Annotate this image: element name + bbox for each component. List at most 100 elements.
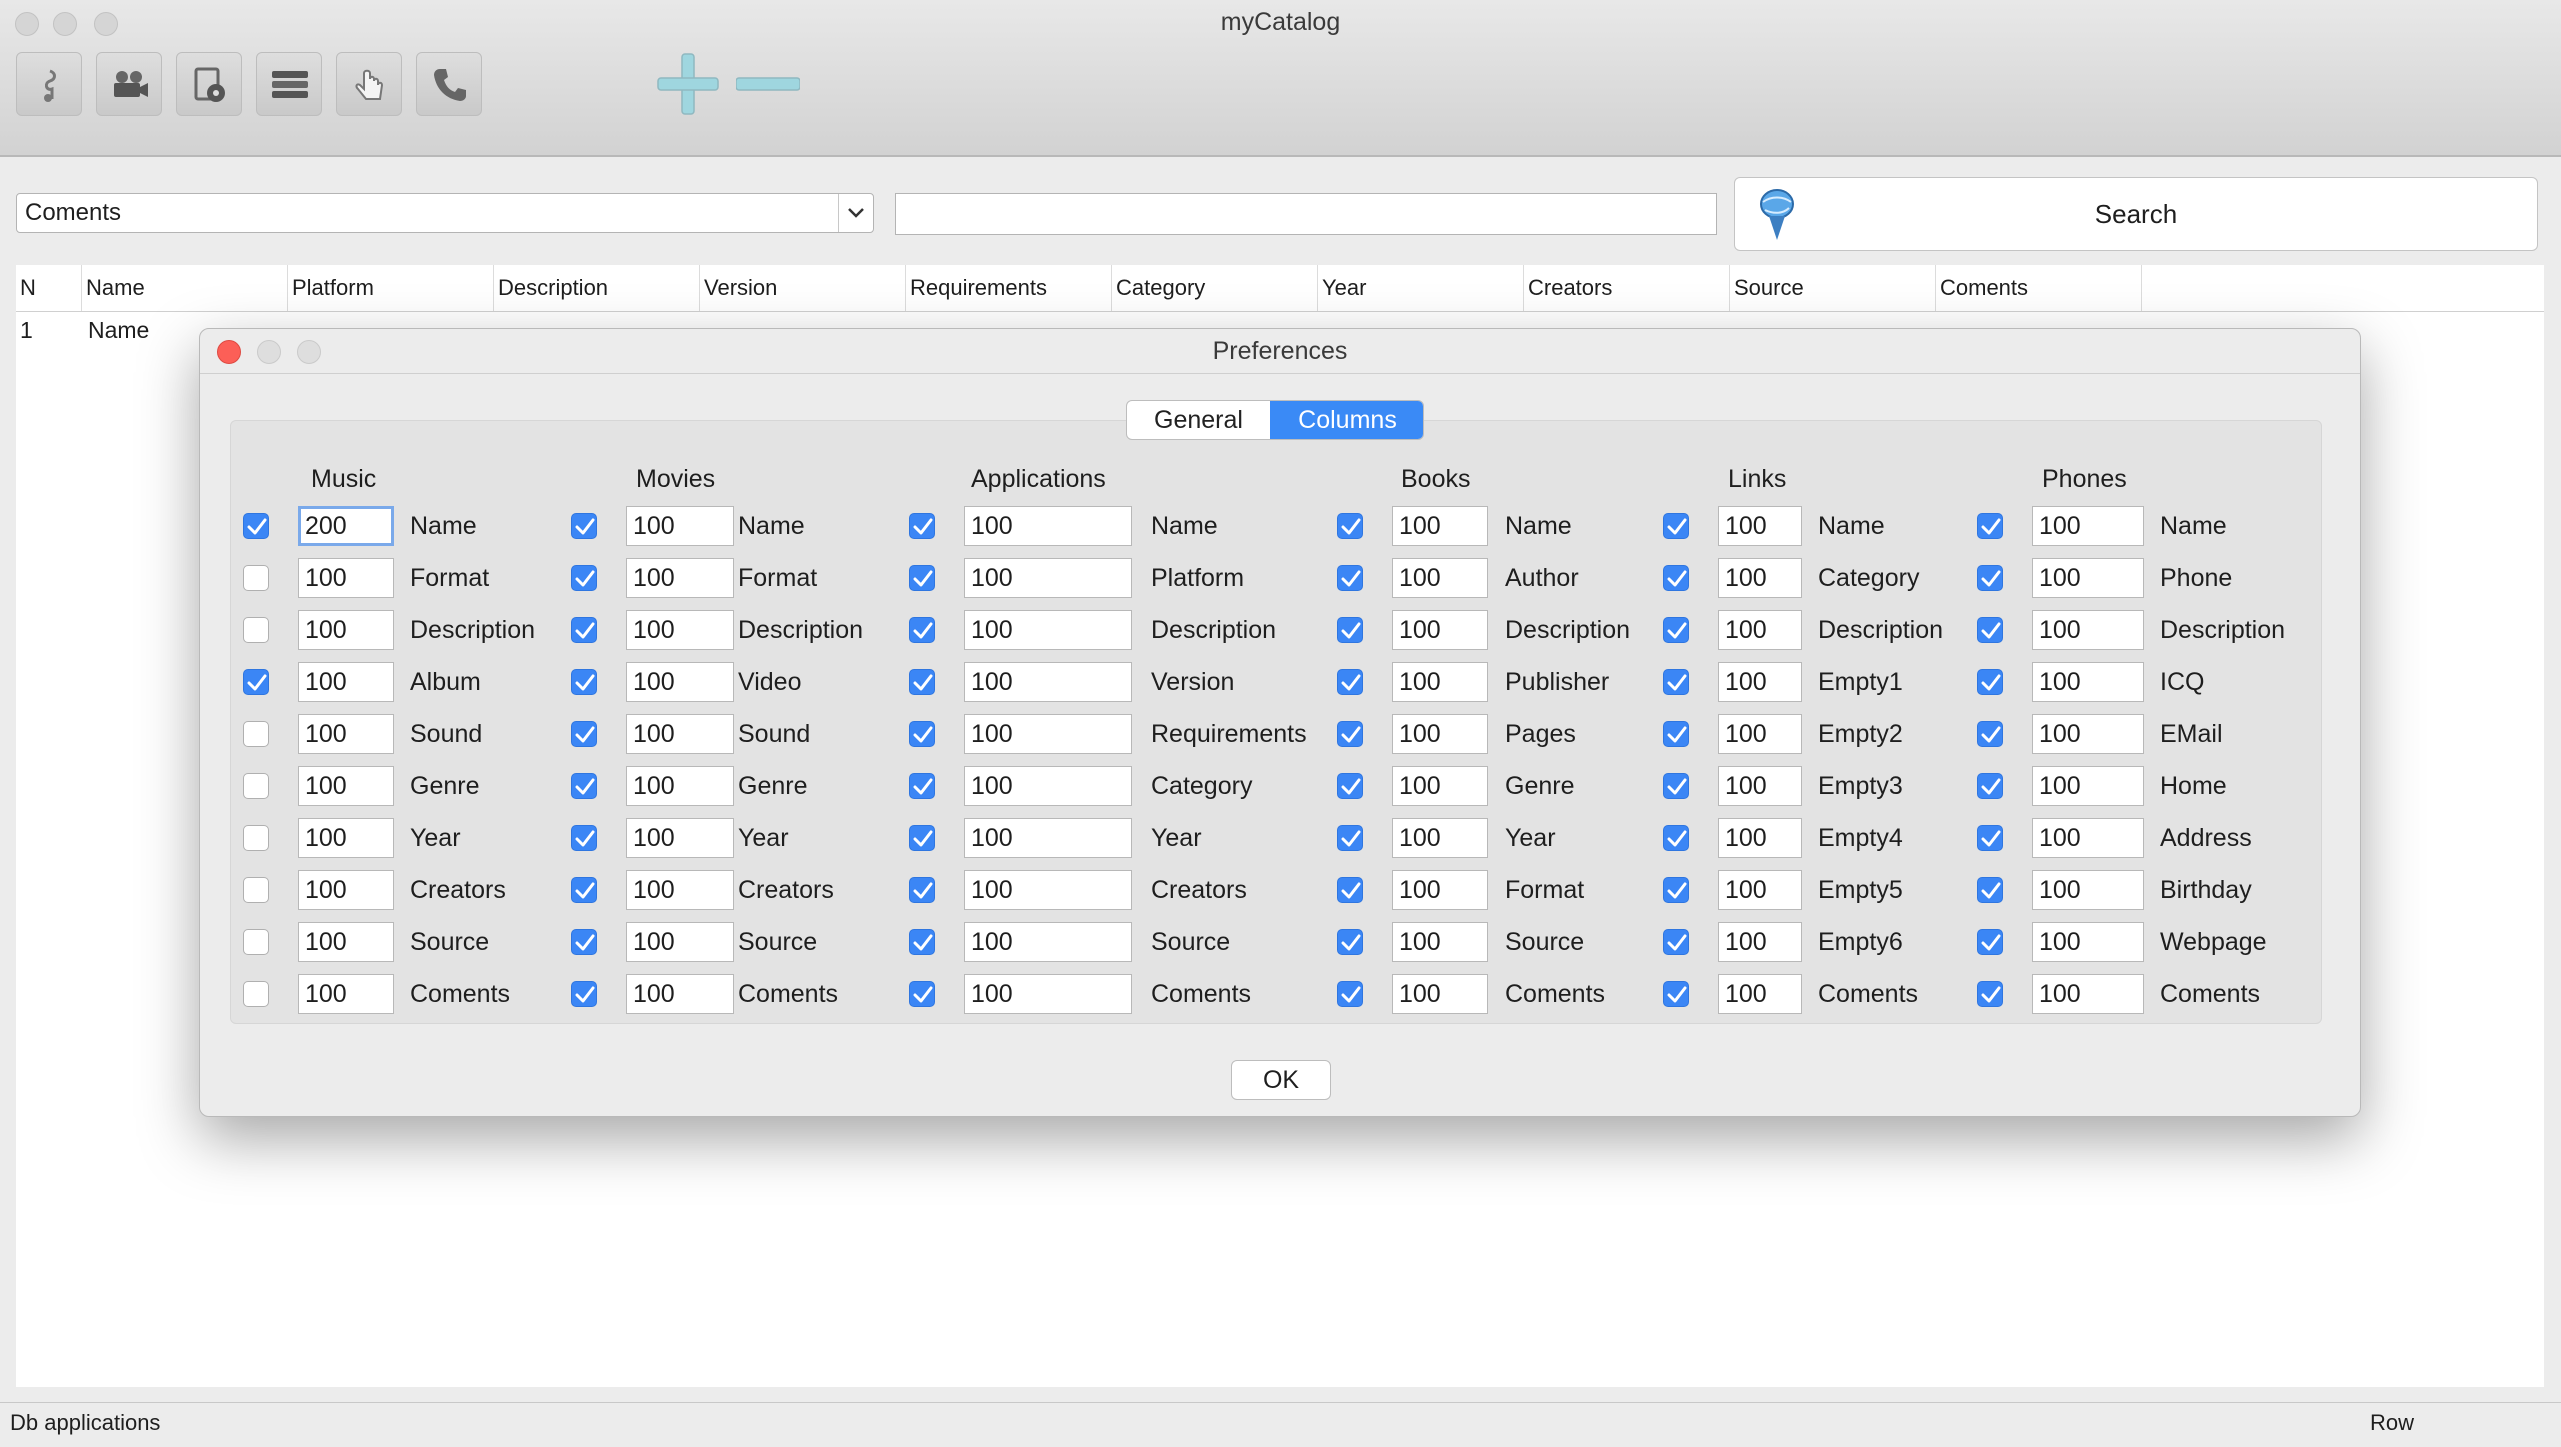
phones-checkbox[interactable] xyxy=(1977,513,2003,539)
music-checkbox[interactable] xyxy=(243,565,269,591)
music-checkbox[interactable] xyxy=(243,669,269,695)
movies-width-input[interactable]: 100 xyxy=(626,610,734,650)
phones-width-input[interactable]: 100 xyxy=(2032,506,2144,546)
movies-width-input[interactable]: 100 xyxy=(626,506,734,546)
phones-width-input[interactable]: 100 xyxy=(2032,662,2144,702)
music-checkbox[interactable] xyxy=(243,929,269,955)
phones-checkbox[interactable] xyxy=(1977,565,2003,591)
links-checkbox[interactable] xyxy=(1663,669,1689,695)
music-checkbox[interactable] xyxy=(243,877,269,903)
toolbar-phones-button[interactable] xyxy=(416,52,482,116)
applications-checkbox[interactable] xyxy=(909,825,935,851)
movies-width-input[interactable]: 100 xyxy=(626,766,734,806)
books-checkbox[interactable] xyxy=(1337,617,1363,643)
books-checkbox[interactable] xyxy=(1337,981,1363,1007)
books-width-input[interactable]: 100 xyxy=(1392,662,1488,702)
movies-width-input[interactable]: 100 xyxy=(626,558,734,598)
applications-width-input[interactable]: 100 xyxy=(964,506,1132,546)
add-record-button[interactable] xyxy=(656,52,720,116)
links-width-input[interactable]: 100 xyxy=(1718,766,1802,806)
applications-checkbox[interactable] xyxy=(909,981,935,1007)
movies-checkbox[interactable] xyxy=(571,565,597,591)
music-width-input[interactable]: 100 xyxy=(298,922,394,962)
music-width-input[interactable]: 100 xyxy=(298,974,394,1014)
books-width-input[interactable]: 100 xyxy=(1392,506,1488,546)
music-checkbox[interactable] xyxy=(243,513,269,539)
phones-width-input[interactable]: 100 xyxy=(2032,610,2144,650)
movies-checkbox[interactable] xyxy=(571,825,597,851)
movies-checkbox[interactable] xyxy=(571,669,597,695)
movies-checkbox[interactable] xyxy=(571,513,597,539)
search-field-select[interactable]: Coments xyxy=(16,193,874,233)
music-width-input[interactable]: 100 xyxy=(298,714,394,754)
music-width-input[interactable]: 100 xyxy=(298,766,394,806)
phones-width-input[interactable]: 100 xyxy=(2032,922,2144,962)
phones-checkbox[interactable] xyxy=(1977,929,2003,955)
applications-width-input[interactable]: 100 xyxy=(964,662,1132,702)
phones-checkbox[interactable] xyxy=(1977,877,2003,903)
books-width-input[interactable]: 100 xyxy=(1392,870,1488,910)
remove-record-button[interactable] xyxy=(735,52,801,116)
movies-checkbox[interactable] xyxy=(571,721,597,747)
column-header[interactable]: Year xyxy=(1318,265,1524,311)
music-width-input[interactable]: 100 xyxy=(298,870,394,910)
movies-width-input[interactable]: 100 xyxy=(626,818,734,858)
column-header[interactable]: Version xyxy=(700,265,906,311)
music-checkbox[interactable] xyxy=(243,721,269,747)
music-checkbox[interactable] xyxy=(243,825,269,851)
links-width-input[interactable]: 100 xyxy=(1718,974,1802,1014)
tab-columns[interactable]: Columns xyxy=(1270,401,1423,439)
links-checkbox[interactable] xyxy=(1663,513,1689,539)
column-header[interactable]: Creators xyxy=(1524,265,1730,311)
books-width-input[interactable]: 100 xyxy=(1392,558,1488,598)
phones-width-input[interactable]: 100 xyxy=(2032,870,2144,910)
applications-checkbox[interactable] xyxy=(909,669,935,695)
phones-checkbox[interactable] xyxy=(1977,617,2003,643)
applications-width-input[interactable]: 100 xyxy=(964,558,1132,598)
links-width-input[interactable]: 100 xyxy=(1718,610,1802,650)
links-width-input[interactable]: 100 xyxy=(1718,506,1802,546)
links-checkbox[interactable] xyxy=(1663,565,1689,591)
phones-width-input[interactable]: 100 xyxy=(2032,766,2144,806)
links-width-input[interactable]: 100 xyxy=(1718,870,1802,910)
applications-width-input[interactable]: 100 xyxy=(964,766,1132,806)
links-width-input[interactable]: 100 xyxy=(1718,818,1802,858)
applications-checkbox[interactable] xyxy=(909,773,935,799)
movies-checkbox[interactable] xyxy=(571,981,597,1007)
applications-checkbox[interactable] xyxy=(909,721,935,747)
movies-width-input[interactable]: 100 xyxy=(626,662,734,702)
toolbar-applications-button[interactable] xyxy=(176,52,242,116)
applications-checkbox[interactable] xyxy=(909,565,935,591)
toolbar-links-button[interactable] xyxy=(336,52,402,116)
books-width-input[interactable]: 100 xyxy=(1392,922,1488,962)
ok-button[interactable]: OK xyxy=(1231,1060,1331,1100)
music-width-input[interactable]: 100 xyxy=(298,610,394,650)
movies-width-input[interactable]: 100 xyxy=(626,870,734,910)
toolbar-music-button[interactable] xyxy=(16,52,82,116)
applications-width-input[interactable]: 100 xyxy=(964,714,1132,754)
music-width-input[interactable]: 200 xyxy=(298,506,394,546)
column-header[interactable]: N xyxy=(16,265,82,311)
links-checkbox[interactable] xyxy=(1663,617,1689,643)
chevron-down-icon[interactable] xyxy=(838,194,873,232)
search-button[interactable]: Search xyxy=(1734,177,2538,251)
music-checkbox[interactable] xyxy=(243,773,269,799)
column-header[interactable]: Source xyxy=(1730,265,1936,311)
movies-checkbox[interactable] xyxy=(571,929,597,955)
books-width-input[interactable]: 100 xyxy=(1392,610,1488,650)
applications-width-input[interactable]: 100 xyxy=(964,870,1132,910)
music-width-input[interactable]: 100 xyxy=(298,818,394,858)
column-header[interactable]: Coments xyxy=(1936,265,2142,311)
applications-checkbox[interactable] xyxy=(909,513,935,539)
music-width-input[interactable]: 100 xyxy=(298,662,394,702)
movies-checkbox[interactable] xyxy=(571,877,597,903)
music-width-input[interactable]: 100 xyxy=(298,558,394,598)
phones-checkbox[interactable] xyxy=(1977,669,2003,695)
movies-width-input[interactable]: 100 xyxy=(626,974,734,1014)
movies-checkbox[interactable] xyxy=(571,773,597,799)
links-width-input[interactable]: 100 xyxy=(1718,714,1802,754)
music-checkbox[interactable] xyxy=(243,981,269,1007)
movies-width-input[interactable]: 100 xyxy=(626,714,734,754)
books-checkbox[interactable] xyxy=(1337,825,1363,851)
column-header[interactable]: Description xyxy=(494,265,700,311)
